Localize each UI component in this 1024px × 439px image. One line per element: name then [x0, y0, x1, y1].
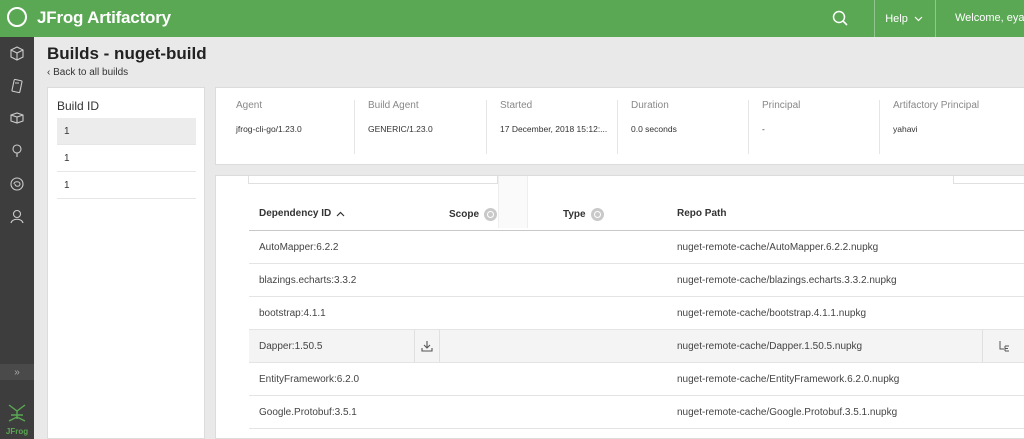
download-icon [421, 341, 433, 352]
info-divider [748, 100, 749, 154]
info-artifactory-principal: Artifactory Principal yahavi [893, 100, 979, 154]
info-divider [354, 100, 355, 154]
info-value: 0.0 seconds [631, 124, 677, 134]
help-menu-button[interactable]: Help [874, 0, 934, 37]
download-button[interactable] [414, 330, 440, 362]
col-header-label: Type [563, 209, 586, 220]
info-divider [617, 100, 618, 154]
nav-home[interactable] [0, 37, 34, 69]
table-row[interactable]: bootstrap:4.1.1 nuget-remote-cache/boots… [249, 297, 1024, 330]
nav-bulb[interactable] [0, 135, 34, 167]
jfrog-footer-text: JFrog [5, 427, 29, 436]
column-drag-placeholder [498, 176, 528, 228]
filter-input[interactable] [248, 176, 498, 184]
info-principal: Principal - [762, 100, 800, 154]
col-header-type[interactable]: Type [563, 208, 604, 221]
back-label: Back to all builds [53, 67, 129, 78]
top-bar: JFrog Artifactory Help Welcome, eyalb [0, 0, 1024, 37]
info-divider [879, 100, 880, 154]
app-title[interactable]: JFrog Artifactory [37, 8, 171, 28]
info-value: jfrog-cli-go/1.23.0 [236, 124, 302, 134]
col-header-label: Dependency ID [259, 208, 332, 219]
table-row[interactable]: Google.Protobuf:3.5.1 nuget-remote-cache… [249, 396, 1024, 429]
nav-builds[interactable] [0, 102, 34, 134]
col-header-dependency-id[interactable]: Dependency ID [259, 208, 345, 219]
show-in-tree-button[interactable] [982, 330, 1024, 362]
jfrog-swirl-icon [10, 177, 24, 191]
dependency-id: EntityFramework:6.2.0 [259, 374, 360, 385]
nav-expand-button[interactable]: » [0, 364, 34, 380]
info-label: Duration [631, 100, 669, 111]
info-value: GENERIC/1.23.0 [368, 124, 433, 134]
repo-path[interactable]: nuget-remote-cache/bootstrap.4.1.1.nupkg [677, 308, 866, 319]
nav-admin[interactable] [0, 200, 34, 232]
info-label: Principal [762, 100, 801, 111]
col-header-repo-path[interactable]: Repo Path [677, 208, 726, 219]
info-label: Started [500, 100, 533, 111]
dependency-id: Dapper:1.50.5 [259, 341, 323, 352]
bulb-icon [12, 144, 22, 157]
col-header-scope[interactable]: Scope [449, 208, 498, 221]
dependency-id: Google.Protobuf:3.5.1 [259, 407, 357, 418]
info-value: 17 December, 2018 15:12:... [500, 124, 608, 134]
table-row[interactable]: AutoMapper:6.2.2 nuget-remote-cache/Auto… [249, 231, 1024, 264]
repo-path[interactable]: nuget-remote-cache/Google.Protobuf.3.5.1… [677, 407, 897, 418]
chevron-down-icon [914, 16, 923, 21]
info-label: Build Agent [368, 100, 419, 111]
dependency-id: AutoMapper:6.2.2 [259, 242, 339, 253]
column-filter-icon[interactable] [590, 208, 604, 221]
info-duration: Duration 0.0 seconds [631, 100, 677, 154]
info-divider [486, 100, 487, 154]
help-label: Help [885, 12, 908, 25]
info-agent: Agent jfrog-cli-go/1.23.0 [236, 100, 302, 154]
info-label: Artifactory Principal [893, 100, 980, 111]
user-menu[interactable]: Welcome, eyalb [955, 12, 1024, 24]
col-header-label: Repo Path [677, 208, 727, 219]
builds-icon [10, 112, 24, 124]
build-id-panel: Build ID 1 1 1 [47, 87, 205, 439]
nav-xray[interactable] [0, 168, 34, 200]
repo-path[interactable]: nuget-remote-cache/EntityFramework.6.2.0… [677, 374, 899, 385]
dependencies-panel: Dependency ID Scope Type Repo Path AutoM… [215, 175, 1024, 439]
repo-path[interactable]: nuget-remote-cache/AutoMapper.6.2.2.nupk… [677, 242, 878, 253]
search-button[interactable] [830, 8, 852, 30]
filter-control[interactable] [953, 176, 1024, 184]
info-label: Agent [236, 100, 263, 111]
home-icon [10, 46, 24, 61]
col-header-label: Scope [449, 209, 480, 220]
info-value: yahavi [893, 124, 918, 134]
info-build-agent: Build Agent GENERIC/1.23.0 [368, 100, 433, 154]
repo-path[interactable]: nuget-remote-cache/Dapper.1.50.5.nupkg [677, 341, 862, 352]
dependency-id: bootstrap:4.1.1 [259, 308, 326, 319]
build-id-row[interactable]: 1 [57, 118, 196, 145]
info-value: - [762, 124, 765, 134]
table-row[interactable]: EntityFramework:6.2.0 nuget-remote-cache… [249, 363, 1024, 396]
search-icon [832, 10, 848, 26]
info-started: Started 17 December, 2018 15:12:... [500, 100, 607, 154]
page-title: Builds - nuget-build [47, 44, 207, 63]
nav-artifacts[interactable] [0, 70, 34, 102]
repo-path[interactable]: nuget-remote-cache/blazings.echarts.3.3.… [677, 275, 897, 286]
topbar-divider [935, 0, 936, 37]
build-id-title: Build ID [57, 99, 100, 113]
sort-asc-icon [336, 211, 345, 216]
side-nav: » JFrog [0, 37, 34, 439]
column-filter-icon[interactable] [484, 208, 498, 221]
build-id-row[interactable]: 1 [57, 145, 196, 172]
tree-view-icon [999, 341, 1009, 352]
build-info-panel: Agent jfrog-cli-go/1.23.0 Build Agent GE… [215, 87, 1024, 165]
admin-user-icon [10, 209, 24, 224]
build-id-row[interactable]: 1 [57, 172, 196, 199]
back-to-builds-link[interactable]: ‹ Back to all builds [47, 67, 128, 78]
dependency-id: blazings.echarts:3.3.2 [259, 275, 357, 286]
table-row[interactable]: blazings.echarts:3.3.2 nuget-remote-cach… [249, 264, 1024, 297]
artifacts-icon [11, 78, 23, 94]
table-row[interactable]: Dapper:1.50.5 nuget-remote-cache/Dapper.… [249, 330, 1024, 363]
jfrog-logo-icon[interactable] [7, 7, 27, 27]
